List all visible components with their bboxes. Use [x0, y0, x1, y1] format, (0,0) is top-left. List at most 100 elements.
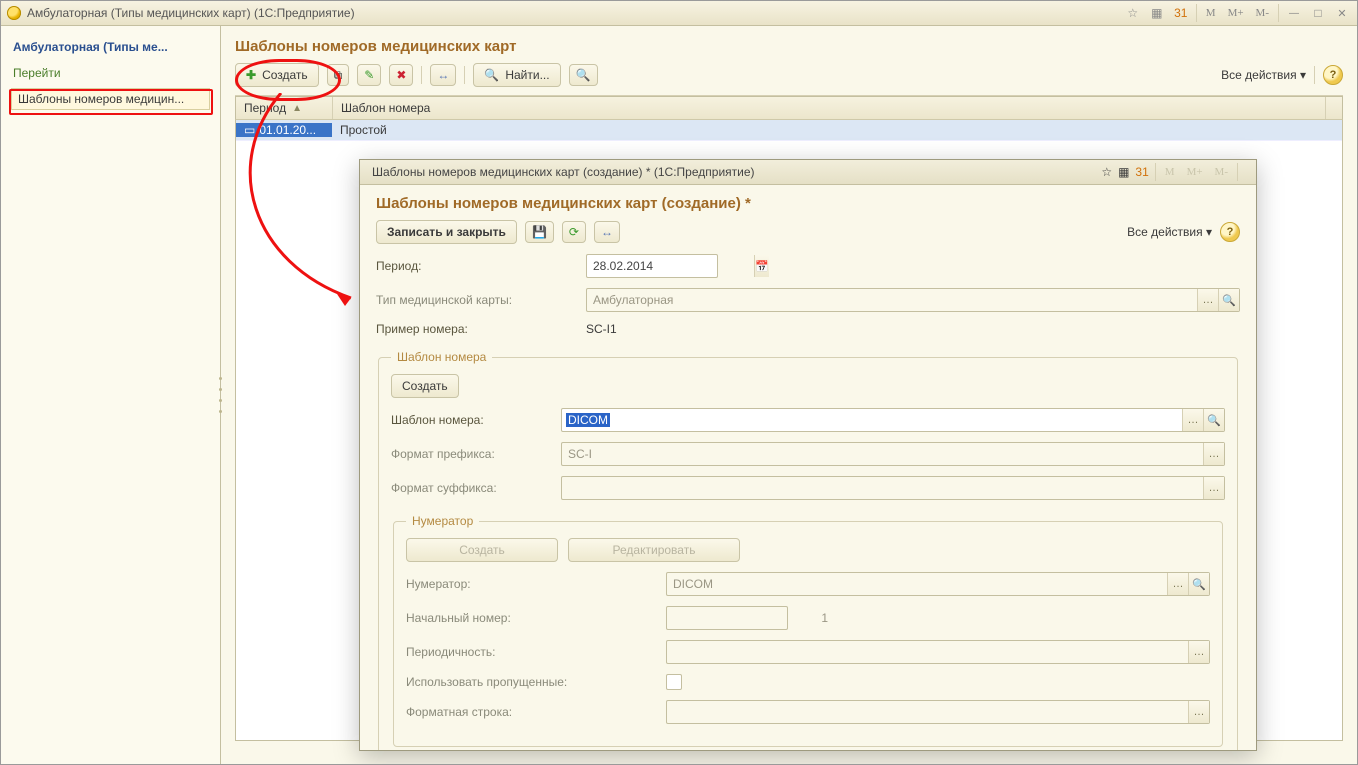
clear-filter-button[interactable]: 🔍 [569, 64, 598, 86]
start-input-group [666, 606, 788, 630]
numerator-create-label: Создать [459, 542, 505, 558]
save-and-close-button[interactable]: Записать и закрыть [376, 220, 517, 244]
template-selected-value: DICOM [566, 413, 610, 427]
table-row[interactable]: ▭ 01.01.20... Простой [236, 120, 1342, 141]
row-icon: ▭ [244, 123, 255, 137]
column-header-period[interactable]: Период ▲ [236, 97, 333, 119]
swap-button[interactable]: ↔ [430, 64, 456, 86]
calculator-icon[interactable]: ▦ [1148, 5, 1166, 21]
calculator-icon[interactable]: ▦ [1118, 165, 1129, 179]
template-legend: Шаблон номера [391, 350, 492, 364]
separator [421, 66, 422, 84]
numerator-input-group: … 🔍 [666, 572, 1210, 596]
period-label: Период: [376, 259, 576, 273]
field-numerator: Нумератор: … 🔍 [406, 572, 1210, 596]
create-button[interactable]: ✚ Создать [235, 63, 319, 87]
template-create-button[interactable]: Создать [391, 374, 459, 398]
swap-button[interactable]: ↔ [594, 221, 620, 243]
delete-icon: ✖ [396, 67, 406, 83]
lookup-button[interactable]: … [1188, 641, 1209, 663]
magnifier-button[interactable]: 🔍 [1218, 289, 1239, 311]
create-button-label: Создать [262, 67, 308, 83]
plus-icon: ✚ [246, 67, 256, 83]
periodicity-input [667, 645, 1188, 659]
find-button[interactable]: 🔍 Найти... [473, 63, 560, 87]
numerator-input [667, 577, 1167, 591]
save-and-close-label: Записать и закрыть [387, 224, 506, 240]
separator [1237, 163, 1238, 181]
suffix-input [562, 481, 1203, 495]
sidebar-item-templates[interactable]: Шаблоны номеров медицин... [11, 88, 210, 110]
save-button[interactable]: 💾 [525, 221, 554, 243]
swap-icon: ↔ [437, 67, 449, 83]
save-icon: 💾 [532, 224, 547, 240]
separator [464, 66, 465, 84]
cell-period-value: 01.01.20... [259, 123, 316, 137]
column-header-template[interactable]: Шаблон номера [333, 97, 1326, 119]
card-type-label: Тип медицинской карты: [376, 293, 576, 307]
field-prefix: Формат префикса: … [391, 442, 1225, 466]
help-button[interactable]: ? [1323, 65, 1343, 85]
sidebar-go-link[interactable]: Перейти [11, 60, 210, 86]
lookup-button[interactable]: … [1197, 289, 1218, 311]
lookup-button[interactable]: … [1182, 409, 1203, 431]
close-button[interactable] [1333, 5, 1351, 21]
card-type-input [587, 293, 1197, 307]
field-use-skipped: Использовать пропущенные: [406, 674, 1210, 690]
edit-button[interactable]: ✎ [357, 64, 381, 86]
calendar-picker-icon[interactable]: 📅 [754, 255, 769, 277]
m-minus-button: M- [1212, 166, 1231, 178]
sidebar-title: Амбулаторная (Типы ме... [11, 32, 210, 60]
help-button[interactable]: ? [1220, 222, 1240, 242]
calendar-icon[interactable]: 31 [1172, 5, 1190, 21]
field-periodicity: Периодичность: … [406, 640, 1210, 664]
delete-button[interactable]: ✖ [389, 64, 413, 86]
calendar-icon[interactable]: 31 [1135, 165, 1148, 179]
lookup-button[interactable]: … [1167, 573, 1188, 595]
period-input[interactable] [587, 259, 754, 273]
m-minus-button[interactable]: M- [1253, 7, 1272, 19]
suffix-input-group: … [561, 476, 1225, 500]
all-actions-dropdown[interactable]: Все действия ▾ [1127, 225, 1212, 239]
use-skipped-checkbox[interactable] [666, 674, 682, 690]
page-title: Шаблоны номеров медицинских карт [235, 34, 1343, 63]
dialog-titlebar: Шаблоны номеров медицинских карт (создан… [360, 160, 1256, 185]
template-input[interactable]: DICOM [562, 413, 610, 427]
magnifier-button[interactable]: 🔍 [1203, 409, 1224, 431]
format-string-input-group: … [666, 700, 1210, 724]
template-create-label: Создать [402, 378, 448, 394]
lookup-button[interactable]: … [1188, 701, 1209, 723]
lookup-button[interactable]: … [1203, 477, 1224, 499]
numerator-edit-button: Редактировать [568, 538, 740, 562]
star-icon[interactable]: ☆ [1124, 5, 1142, 21]
app-title: Амбулаторная (Типы медицинских карт) (1С… [27, 6, 355, 20]
copy-button[interactable]: ⧉ [327, 64, 350, 86]
m-button[interactable]: M [1203, 7, 1219, 19]
lookup-button[interactable]: … [1203, 443, 1224, 465]
refresh-doc-button[interactable]: ⟳ [562, 221, 586, 243]
all-actions-dropdown[interactable]: Все действия ▾ [1221, 68, 1306, 82]
template-fieldset: Шаблон номера Создать Шаблон номера: DIC… [378, 350, 1238, 750]
column-header-template-label: Шаблон номера [341, 101, 430, 115]
splitter-grip[interactable] [216, 377, 224, 413]
all-actions-label: Все действия [1127, 225, 1202, 239]
prefix-label: Формат префикса: [391, 447, 551, 461]
maximize-button[interactable] [1309, 5, 1327, 21]
star-icon[interactable]: ☆ [1101, 165, 1112, 179]
dialog-toolbar: Записать и закрыть 💾 ⟳ ↔ Все действия ▾ … [376, 220, 1240, 244]
field-card-type: Тип медицинской карты: … 🔍 [376, 288, 1240, 312]
minimize-button[interactable] [1285, 5, 1303, 21]
chevron-down-icon: ▾ [1206, 225, 1212, 239]
periodicity-input-group: … [666, 640, 1210, 664]
dialog-body: Шаблоны номеров медицинских карт (создан… [360, 185, 1256, 750]
m-plus-button[interactable]: M+ [1225, 7, 1247, 19]
template-label: Шаблон номера: [391, 413, 551, 427]
period-input-group: 📅 [586, 254, 718, 278]
format-string-input [667, 705, 1188, 719]
field-example: Пример номера: SC-I1 [376, 322, 1240, 336]
magnifier-button[interactable]: 🔍 [1188, 573, 1209, 595]
field-format-string: Форматная строка: … [406, 700, 1210, 724]
app-logo-icon [7, 6, 21, 20]
field-start-number: Начальный номер: [406, 606, 1210, 630]
dialog-heading: Шаблоны номеров медицинских карт (создан… [376, 195, 1240, 212]
